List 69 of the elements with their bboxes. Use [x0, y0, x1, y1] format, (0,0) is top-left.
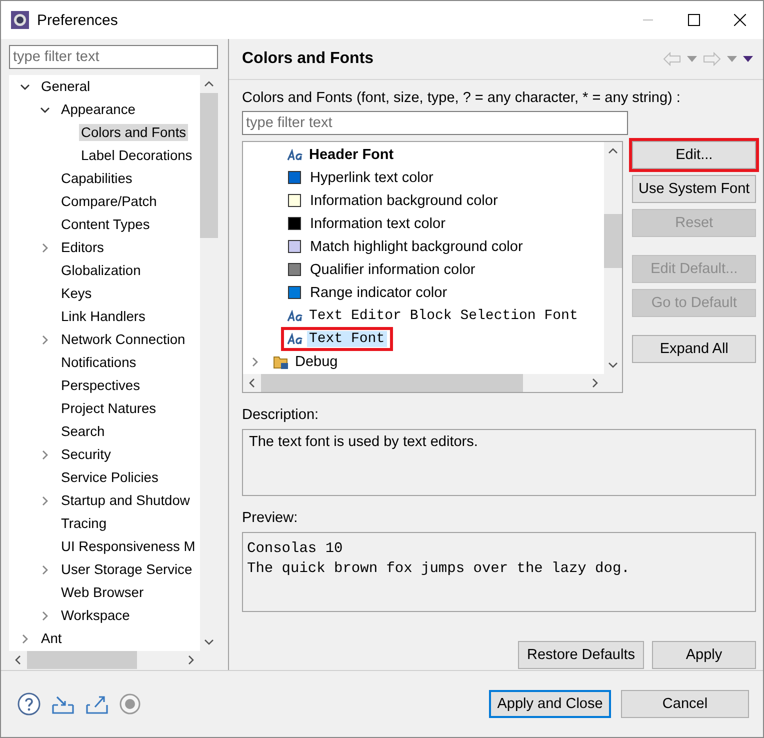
dropdown-icon[interactable]	[727, 56, 737, 62]
list-item[interactable]: Hyperlink text color	[308, 170, 436, 186]
tree-item[interactable]: Workspace	[59, 607, 132, 624]
preview-line: The quick brown fox jumps over the lazy dog.	[247, 560, 631, 579]
scrollbar-thumb[interactable]	[604, 214, 622, 268]
scrollbar-thumb[interactable]	[27, 651, 137, 669]
gear-icon	[11, 11, 29, 29]
dropdown-icon[interactable]	[687, 56, 697, 62]
description-text: The text font is used by text editors.	[242, 429, 756, 496]
action-button[interactable]: Use System Font	[632, 175, 756, 203]
tree-item[interactable]: Colors and Fonts	[79, 124, 188, 141]
list-item[interactable]: Range indicator color	[308, 284, 450, 300]
tree-item[interactable]: Notifications	[59, 354, 138, 371]
tree-item[interactable]: Link Handlers	[59, 308, 148, 325]
filter-field[interactable]: type filter text	[242, 111, 628, 135]
tree-item[interactable]: Search	[59, 423, 107, 440]
tree-item[interactable]: User Storage Service	[59, 561, 194, 578]
tree-item[interactable]: Security	[59, 446, 113, 463]
action-button[interactable]: Expand All	[632, 335, 756, 363]
close-icon[interactable]	[734, 14, 746, 26]
list-item[interactable]: Qualifier information color	[308, 262, 478, 278]
tree-item[interactable]: Tracing	[59, 515, 108, 532]
font-icon	[287, 310, 303, 322]
section-label: Description:	[242, 407, 320, 423]
font-icon	[287, 148, 303, 160]
record-icon[interactable]	[119, 693, 141, 715]
list-item[interactable]: Match highlight background color	[308, 238, 525, 254]
folder-icon	[273, 354, 289, 370]
action-button[interactable]: Apply	[652, 641, 756, 669]
help-icon[interactable]	[17, 692, 41, 716]
filter-label: Colors and Fonts (font, size, type, ? = any character, * = any string) :	[242, 90, 682, 106]
font-icon	[287, 332, 303, 344]
maximize-icon[interactable]	[688, 14, 700, 26]
tree-item[interactable]: Perspectives	[59, 377, 142, 394]
tree-item[interactable]: Ant	[39, 630, 64, 647]
list-item[interactable]: Information background color	[308, 192, 500, 208]
section-label: Preview:	[242, 510, 299, 526]
action-button[interactable]: Restore Defaults	[518, 641, 644, 669]
export-icon[interactable]	[85, 693, 109, 715]
preview-line: Consolas 10	[247, 540, 344, 559]
tree-item[interactable]: Editors	[59, 239, 106, 256]
tree-item[interactable]: Startup and Shutdow	[59, 492, 192, 509]
window-title: Preferences	[37, 12, 119, 28]
list-item[interactable]: Debug	[293, 354, 340, 370]
tree-item[interactable]: General	[39, 78, 92, 95]
tree-item[interactable]: Appearance	[59, 101, 138, 118]
tree-item[interactable]: Globalization	[59, 262, 143, 279]
tree-item[interactable]: Compare/Patch	[59, 193, 159, 210]
list-item[interactable]: Information text color	[308, 216, 448, 232]
dialog-button[interactable]: Apply and Close	[489, 690, 611, 718]
tree-item[interactable]: Capabilities	[59, 170, 134, 187]
tree-item[interactable]: Web Browser	[59, 584, 146, 601]
scrollbar-thumb[interactable]	[200, 93, 218, 238]
page-title: Colors and Fonts	[242, 50, 375, 68]
scrollbar-thumb[interactable]	[261, 374, 523, 392]
tree-item[interactable]: Label Decorations	[79, 147, 194, 164]
filter-field[interactable]: type filter text	[9, 45, 218, 69]
dialog-button[interactable]: Cancel	[621, 690, 749, 718]
tree-item[interactable]: Content Types	[59, 216, 152, 233]
list-item[interactable]: Text Editor Block Selection Font	[307, 308, 580, 324]
tree-item[interactable]: Project Natures	[59, 400, 158, 417]
action-button[interactable]: Edit...	[632, 141, 756, 169]
tree-item[interactable]: UI Responsiveness M	[59, 538, 198, 555]
tree-item[interactable]: Service Policies	[59, 469, 160, 486]
menu-icon[interactable]	[743, 56, 753, 62]
list-item[interactable]: Text Font	[307, 330, 387, 346]
tree-item[interactable]: Network Connection	[59, 331, 188, 348]
list-item[interactable]: Header Font	[307, 146, 396, 162]
tree-item[interactable]: Keys	[59, 285, 94, 302]
